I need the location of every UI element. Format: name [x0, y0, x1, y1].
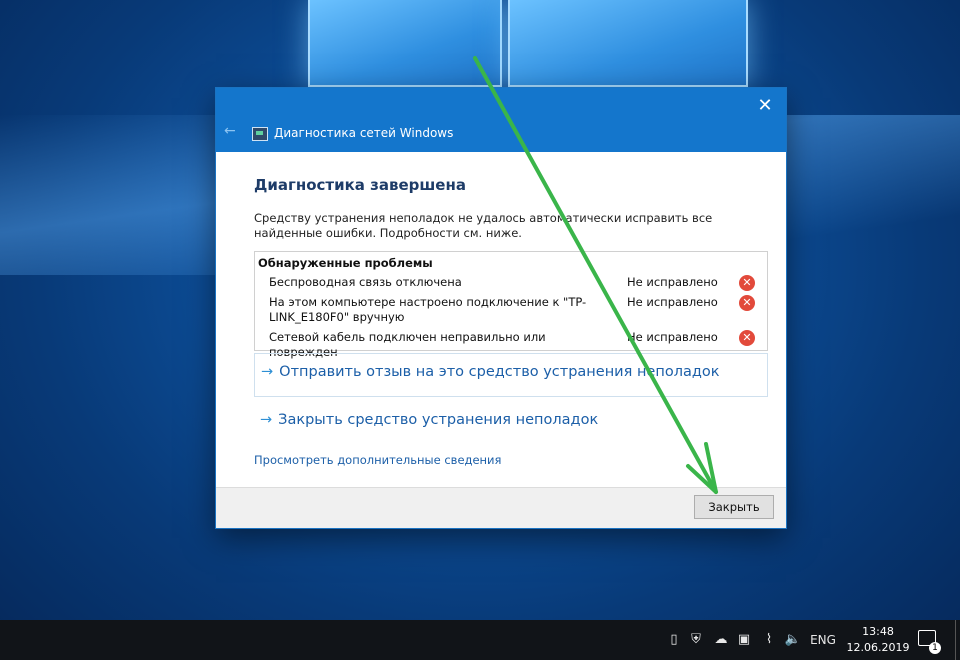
error-icon: ✕ [739, 330, 755, 346]
close-button[interactable]: Закрыть [694, 495, 774, 519]
dialog-footer: Закрыть [216, 487, 786, 528]
send-feedback-label: Отправить отзыв на это средство устранен… [279, 364, 720, 380]
error-icon: ✕ [739, 295, 755, 311]
arrow-right-icon: → [261, 364, 274, 380]
language-indicator[interactable]: ENG [806, 620, 840, 660]
clock[interactable]: 13:48 12.06.2019 [846, 624, 910, 656]
back-arrow-icon[interactable]: ← [224, 123, 236, 139]
arrow-right-icon: → [260, 412, 273, 428]
page-title: Диагностика завершена [254, 176, 466, 194]
send-feedback-box: → Отправить отзыв на это средство устране… [254, 353, 768, 397]
shield-icon[interactable]: ⛨ [686, 620, 706, 660]
notification-count-badge: 1 [929, 642, 941, 654]
taskbar: ▯ ⛨ ☁ ▣ ⌇ 🔈 ENG 13:48 12.06.2019 1 [0, 620, 960, 660]
problem-status: Не исправлено [627, 275, 718, 289]
dialog-content: Диагностика завершена Средству устранени… [254, 176, 768, 467]
clock-date: 12.06.2019 [846, 641, 910, 654]
problems-header: Обнаруженные проблемы [258, 256, 433, 270]
title-bar: ✕ ← Диагностика сетей Windows [216, 88, 786, 152]
problem-status: Не исправлено [627, 295, 718, 309]
problems-panel: Обнаруженные проблемы Беспроводная связь… [254, 251, 768, 359]
show-desktop-button[interactable] [955, 620, 960, 660]
problem-text: Беспроводная связь отключена [269, 275, 462, 289]
close-troubleshooter-label: Закрыть средство устранения неполадок [278, 412, 599, 428]
error-icon: ✕ [739, 275, 755, 291]
desktop-window-logo-pane [308, 0, 502, 87]
problem-text: На этом компьютере настроено подключение… [269, 295, 587, 324]
more-info-link[interactable]: Просмотреть дополнительные сведения [254, 453, 501, 467]
volume-icon[interactable]: 🔈 [782, 620, 804, 660]
window-title: Диагностика сетей Windows [274, 126, 454, 140]
send-feedback-link[interactable]: → Отправить отзыв на это средство устране… [261, 364, 720, 380]
description-text: Средству устранения неполадок не удалось… [254, 211, 713, 240]
wifi-off-icon[interactable]: ⌇ [758, 620, 780, 660]
network-diagnostics-icon [252, 127, 268, 141]
window-close-button[interactable]: ✕ [750, 92, 780, 120]
usb-icon[interactable]: ▯ [664, 620, 684, 660]
network-diagnostics-window: ✕ ← Диагностика сетей Windows Диагностик… [216, 88, 786, 528]
app-tray-icon[interactable]: ▣ [734, 620, 754, 660]
cloud-icon[interactable]: ☁ [710, 620, 732, 660]
desktop-window-logo-pane [508, 0, 748, 87]
problem-status: Не исправлено [627, 330, 718, 344]
clock-time: 13:48 [862, 625, 894, 638]
close-troubleshooter-link[interactable]: → Закрыть средство устранения неполадок [260, 412, 598, 428]
